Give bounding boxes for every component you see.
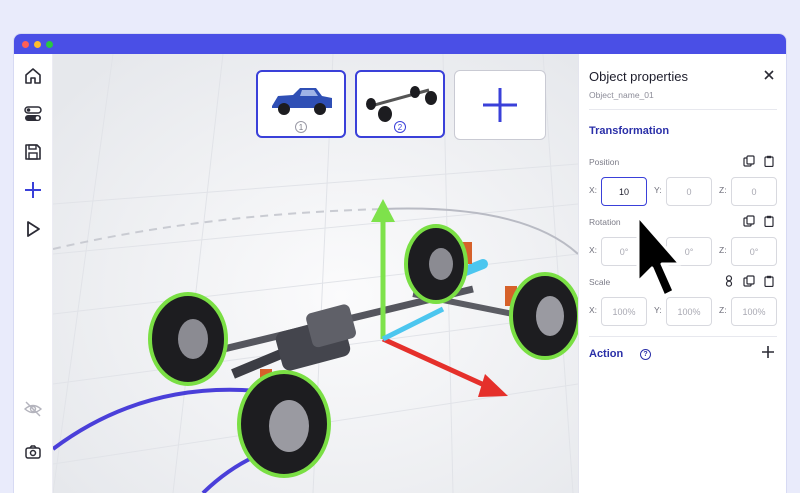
rotation-label: Rotation: [589, 217, 621, 227]
play-icon: [27, 221, 40, 237]
scene-thumbnail-1[interactable]: 1: [256, 70, 346, 138]
section-transformation: Transformation: [589, 125, 670, 137]
wheel-front-left[interactable]: [148, 292, 228, 386]
3d-viewport[interactable]: 1 2: [53, 54, 578, 493]
camera-rotate-icon: [25, 445, 41, 459]
axis-y-label: Y:: [654, 185, 662, 195]
copy-icon[interactable]: [743, 215, 755, 227]
axis-z-label: Z:: [719, 185, 727, 195]
mouse-cursor-icon: [636, 214, 682, 298]
play-button[interactable]: [21, 217, 45, 241]
chassis-thumbnail-icon: [366, 86, 437, 122]
position-x-input[interactable]: 10: [601, 177, 647, 206]
toggle-icon: [24, 106, 42, 121]
wheel-front-right[interactable]: [404, 224, 468, 304]
position-y-input[interactable]: 0: [666, 177, 712, 206]
save-icon: [25, 144, 41, 160]
axis-x-label: X:: [589, 245, 598, 255]
add-icon: [25, 182, 41, 198]
divider: [589, 336, 777, 337]
add-object-button[interactable]: [21, 178, 45, 202]
close-window-dot[interactable]: [22, 41, 29, 48]
maximize-window-dot[interactable]: [46, 41, 53, 48]
home-icon: [25, 68, 41, 84]
sidebar: [14, 54, 53, 493]
add-action-icon[interactable]: [760, 344, 776, 360]
axis-z-label: Z:: [719, 245, 727, 255]
app-window: 1 2 Object properties Object_name_01 Tra…: [14, 34, 786, 493]
paste-icon[interactable]: [763, 275, 775, 287]
divider: [589, 109, 777, 110]
link-icon[interactable]: [723, 275, 735, 287]
home-button[interactable]: [21, 64, 45, 88]
help-icon[interactable]: ?: [640, 349, 651, 360]
hide-icon: [23, 401, 43, 417]
position-z-input[interactable]: 0: [731, 177, 777, 206]
scale-label: Scale: [589, 277, 611, 287]
toggle-button[interactable]: [21, 102, 45, 126]
paste-icon[interactable]: [763, 215, 775, 227]
title-bar: [14, 34, 786, 54]
action-label: Action: [589, 348, 624, 360]
object-name: Object_name_01: [589, 90, 654, 100]
paste-icon[interactable]: [763, 155, 775, 167]
add-scene-button[interactable]: [454, 70, 546, 140]
panel-title: Object properties: [589, 69, 688, 84]
copy-icon[interactable]: [743, 275, 755, 287]
truck-thumbnail-icon: [272, 88, 332, 115]
axis-x-label: X:: [589, 185, 598, 195]
minimize-window-dot[interactable]: [34, 41, 41, 48]
save-button[interactable]: [21, 140, 45, 164]
plus-icon: [483, 88, 517, 122]
copy-icon[interactable]: [743, 155, 755, 167]
position-label: Position: [589, 157, 620, 167]
axis-x-label: X:: [589, 305, 598, 315]
rotation-z-input[interactable]: 0°: [731, 237, 777, 266]
wheel-rear-right[interactable]: [509, 272, 578, 360]
thumbnail-number: 1: [295, 121, 307, 133]
axis-z-label: Z:: [719, 305, 727, 315]
scene-thumbnail-2[interactable]: 2: [355, 70, 445, 138]
thumbnail-number: 2: [394, 121, 406, 133]
hide-button[interactable]: [21, 397, 45, 421]
scale-z-input[interactable]: 100%: [731, 297, 777, 326]
camera-rotate-button[interactable]: [21, 440, 45, 464]
close-icon[interactable]: [762, 68, 776, 82]
wheel-rear-left[interactable]: [237, 370, 331, 478]
